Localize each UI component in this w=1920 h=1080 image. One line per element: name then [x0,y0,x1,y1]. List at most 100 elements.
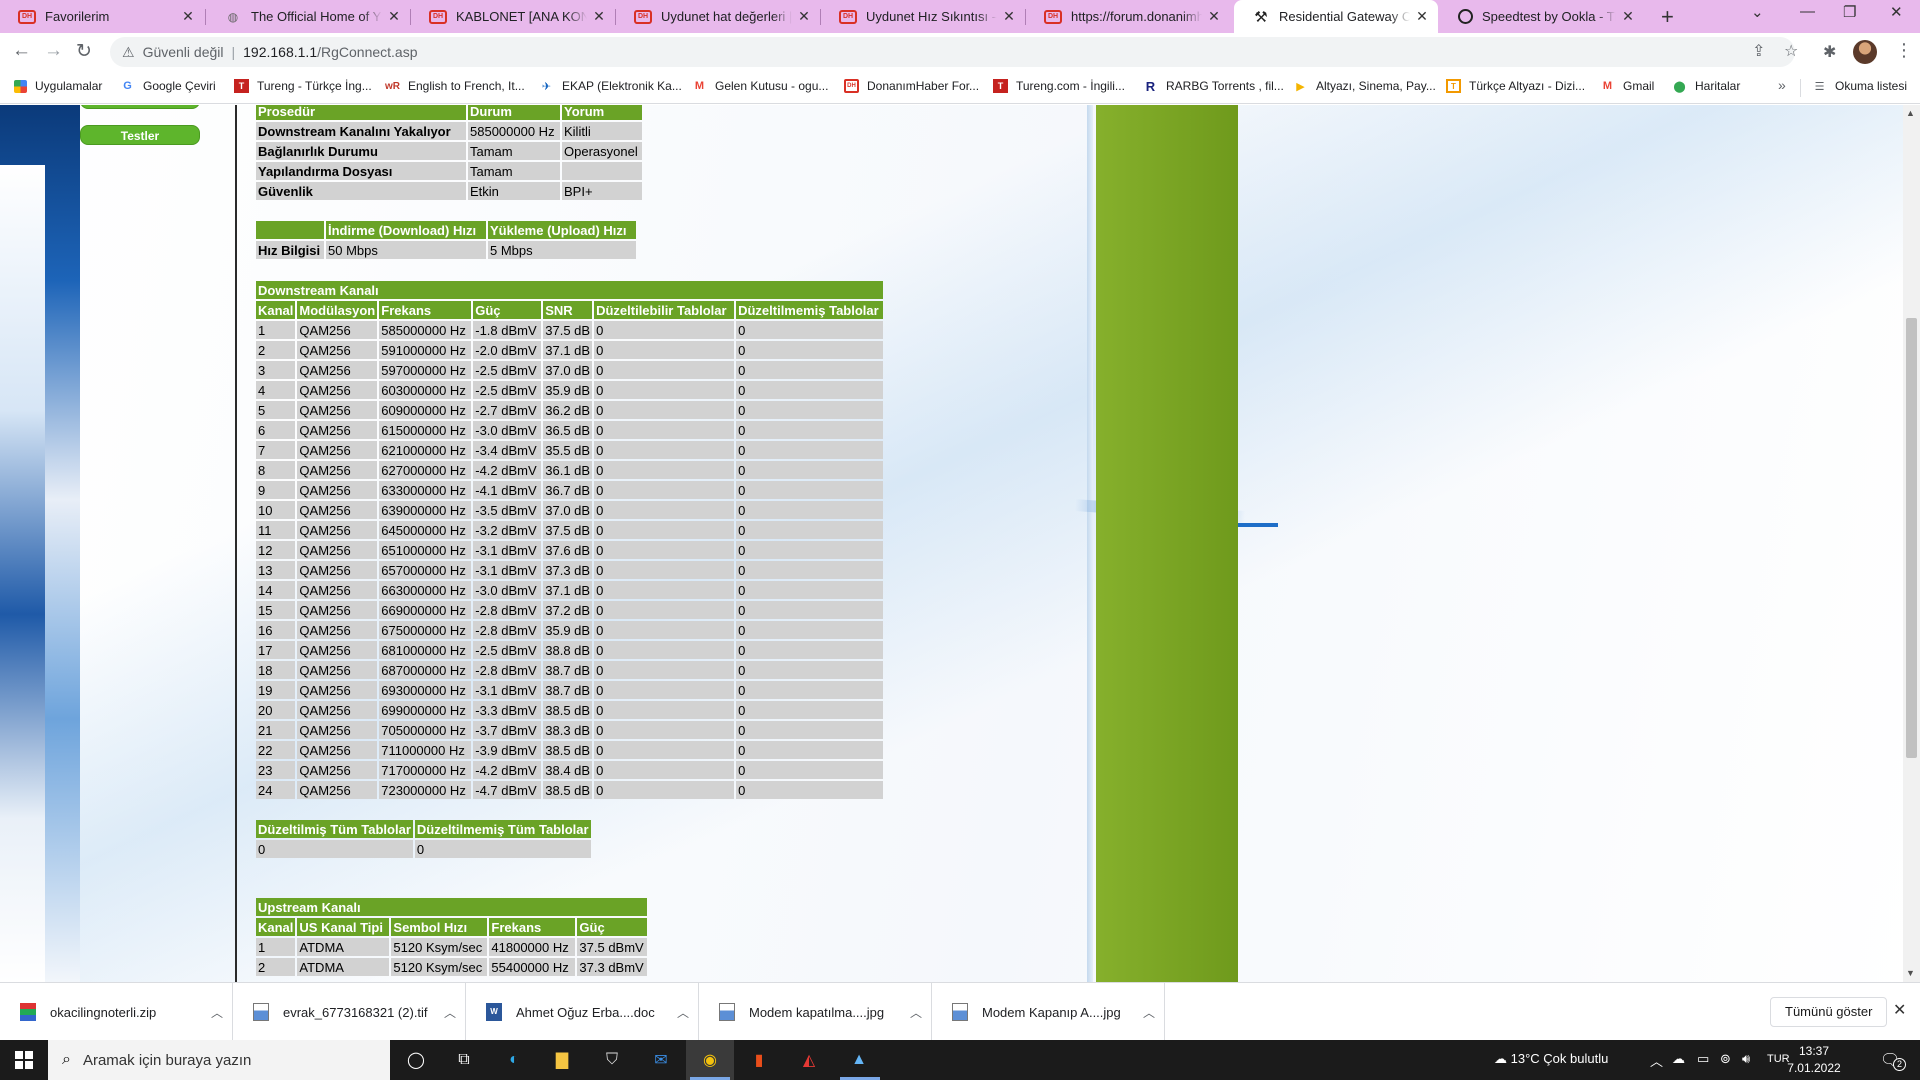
chevron-up-icon[interactable]: ︿ [202,1004,232,1021]
close-icon[interactable]: ✕ [180,8,196,25]
show-all-downloads-button[interactable]: Tümünü göster [1770,997,1888,1027]
download-item[interactable]: Modem Kapanıp A....jpg ︿ [932,983,1165,1041]
testler-button[interactable]: Testler [80,125,200,145]
gmail-icon: M [694,80,705,92]
scrollbar-thumb[interactable] [1906,318,1917,758]
more-menu-icon[interactable]: ⋮ [1895,40,1913,61]
bookmark-turkce-altyazi[interactable]: T Türkçe Altyazı - Dizi... [1446,79,1585,93]
table-cell: 4 [256,381,296,399]
minimize-icon[interactable]: — [1800,3,1815,20]
close-icon[interactable]: ✕ [1620,8,1636,25]
word-file-icon: W [486,1003,502,1021]
bookmark-wordreference[interactable]: wR English to French, It... [385,79,525,93]
tab-favorilerim[interactable]: DH Favorilerim ✕ [0,0,204,33]
bookmark-rarbg[interactable]: R RARBG Torrents , fil... [1143,79,1284,94]
download-item[interactable]: W Ahmet Oğuz Erba....doc ︿ [466,983,699,1041]
download-item[interactable]: evrak_6773168321 (2).tif ︿ [233,983,466,1041]
chrome-icon[interactable]: ◉ [697,1048,723,1072]
taskbar-clock[interactable]: 13:37 7.01.2022 [1778,1043,1850,1077]
office-icon[interactable]: ▮ [746,1048,772,1072]
chevron-up-icon[interactable]: ︿ [668,1004,698,1021]
table-row: 8 QAM256 627000000 Hz -4.2 dBmV 36.1 dB 0 0 [256,461,884,479]
tab-residential-gateway[interactable]: ⚒ Residential Gateway Config ✕ [1234,0,1438,33]
windows-taskbar: ⌕ Aramak için buraya yazın ◯ ⧉ ◐ ▇ ⛉ ✉ ◉… [0,1040,1920,1080]
close-icon[interactable]: ✕ [1206,8,1222,25]
wifi-icon[interactable]: ⊚ [1720,1051,1731,1067]
tab-speedtest[interactable]: Speedtest by Ookla - The G ✕ [1440,0,1644,33]
bookmark-uygulamalar[interactable]: Uygulamalar [14,79,102,93]
bookmark-altyazi[interactable]: ▶ Altyazı, Sinema, Pay... [1293,79,1436,93]
photos-icon[interactable]: ▲ [846,1048,872,1072]
bookmark-google-ceviri[interactable]: G Google Çeviri [120,79,215,93]
close-window-icon[interactable]: ✕ [1890,3,1903,21]
table-cell: 639000000 Hz [379,501,472,519]
tray-overflow-icon[interactable]: ︿ [1650,1051,1663,1070]
bookmark-tureng[interactable]: T Tureng - Türkçe İng... [234,79,372,93]
bookmark-label: English to French, It... [408,79,525,93]
tab-uydunet-hiz[interactable]: DH Uydunet Hız Sıkıntısı -- ÇÖ ✕ [821,0,1025,33]
chevron-up-icon[interactable]: ︿ [901,1004,931,1021]
table-row: 3 QAM256 597000000 Hz -2.5 dBmV 37.0 dB 0 0 [256,361,884,379]
security-label[interactable]: Güvenli değil [143,44,224,60]
bookmark-donanimhaber[interactable]: DH DonanımHaber For... [844,79,979,93]
chevron-up-icon[interactable]: ︿ [435,1004,465,1021]
acrobat-icon[interactable]: ◭ [796,1048,822,1072]
volume-icon[interactable]: 🔊︎ [1742,1051,1750,1067]
bookmark-gmail[interactable]: M Gmail [1600,79,1654,93]
table-cell: 37.5 dBmV [577,938,648,956]
green-sidebar-bar [1096,105,1238,982]
close-icon[interactable]: ✕ [1893,1000,1906,1020]
tab-search-icon[interactable]: ⌄ [1751,3,1764,21]
bookmark-star-icon[interactable]: ☆ [1784,41,1798,61]
cortana-icon[interactable]: ◯ [403,1048,429,1072]
download-item[interactable]: okacilingnoterli.zip ︿ [0,983,233,1041]
tab-forum-donanimhaber[interactable]: DH https://forum.donanimhab ✕ [1026,0,1230,33]
restore-icon[interactable]: ❐ [1843,3,1856,21]
table-row: 0 0 [256,840,591,858]
close-icon[interactable]: ✕ [1001,8,1017,25]
close-icon[interactable]: ✕ [591,8,607,25]
store-icon[interactable]: ⛉ [599,1048,625,1072]
windows-start-icon[interactable] [15,1051,33,1069]
url-text[interactable]: 192.168.1.1/RgConnect.asp [243,44,417,60]
table-cell: 0 [594,341,735,359]
taskbar-search-input[interactable]: ⌕ Aramak için buraya yazın [48,1040,390,1080]
nav-button-previous[interactable] [80,105,200,109]
reload-icon[interactable]: ↻ [76,40,92,63]
table-cell: -3.3 dBmV [473,701,542,719]
back-icon[interactable]: ← [12,40,31,62]
onedrive-icon[interactable]: ☁ [1672,1051,1685,1067]
tab-kablonet[interactable]: DH KABLONET [ANA KONU] | Sa ✕ [411,0,615,33]
table-cell: 0 [736,561,884,579]
table-cell: 38.4 dB [543,761,593,779]
task-view-icon[interactable]: ⧉ [451,1048,477,1072]
scroll-up-arrow[interactable]: ▲ [1906,108,1915,118]
network-icon[interactable]: ▭ [1697,1051,1709,1067]
chevron-up-icon[interactable]: ︿ [1134,1004,1164,1021]
download-item[interactable]: Modem kapatılma....jpg ︿ [699,983,932,1041]
reading-list[interactable]: ☰ Okuma listesi [1812,79,1907,93]
edge-icon[interactable]: ◐ [501,1048,527,1072]
bookmarks-overflow-icon[interactable]: » [1778,77,1786,93]
bookmark-tureng-com[interactable]: T Tureng.com - İngili... [993,79,1125,93]
address-bar[interactable]: ⚠ Güvenli değil | 192.168.1.1/RgConnect.… [110,37,1795,67]
extensions-puzzle-icon[interactable]: ✱ [1823,42,1836,62]
mail-icon[interactable]: ✉ [648,1048,674,1072]
tab-uydunet-hat[interactable]: DH Uydunet hat değerleri | Do ✕ [616,0,820,33]
tab-yify[interactable]: ◍ The Official Home of YIFY M ✕ [206,0,410,33]
close-icon[interactable]: ✕ [1414,8,1430,25]
bookmark-haritalar[interactable]: ⬤ Haritalar [1672,79,1740,93]
bookmark-ekap[interactable]: ✈ EKAP (Elektronik Ka... [539,79,682,93]
file-explorer-icon[interactable]: ▇ [549,1048,575,1072]
profile-avatar[interactable] [1853,40,1877,64]
new-tab-button[interactable]: + [1661,4,1674,30]
forward-icon[interactable]: → [44,40,63,62]
share-icon[interactable]: ⇪ [1752,41,1765,61]
warning-icon[interactable]: ⚠ [122,44,135,61]
close-icon[interactable]: ✕ [386,8,402,25]
weather-widget[interactable]: ☁ 13°C Çok bulutlu [1494,1051,1608,1067]
close-icon[interactable]: ✕ [796,8,812,25]
scroll-down-arrow[interactable]: ▼ [1906,968,1915,978]
bookmark-gelen-kutusu[interactable]: M Gelen Kutusu - ogu... [692,79,829,93]
table-cell: Downstream Kanalını Yakalıyor [256,122,466,140]
